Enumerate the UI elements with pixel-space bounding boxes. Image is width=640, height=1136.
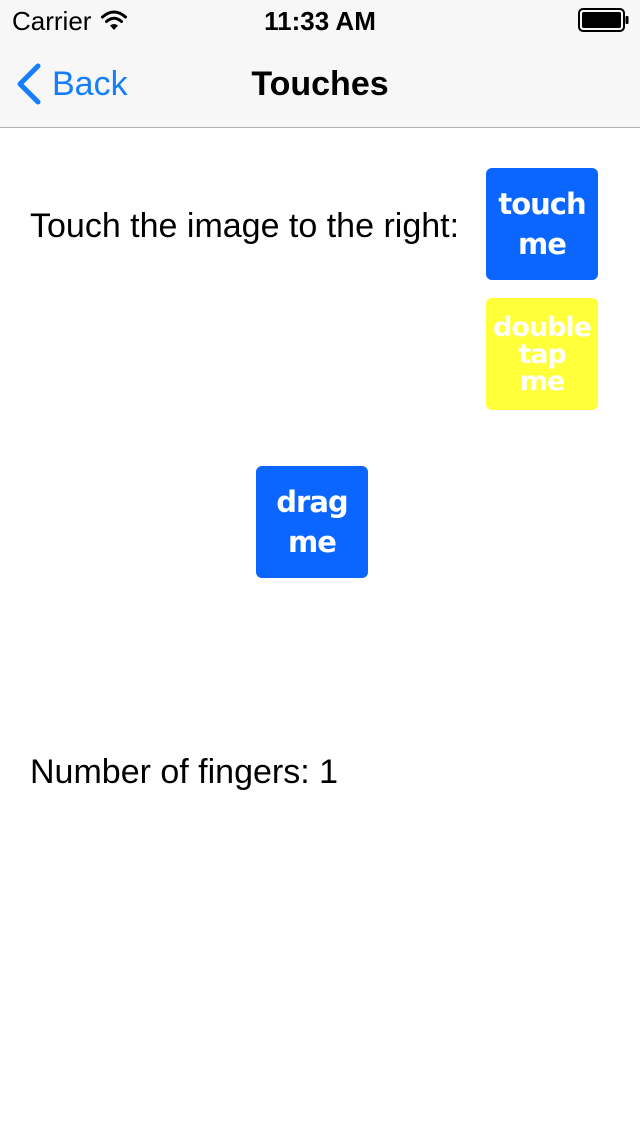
touch-me-text: touch me [498, 187, 586, 261]
drag-me-image[interactable]: drag me [256, 466, 368, 578]
page-title: Touches [251, 65, 389, 103]
navigation-bar: Carrier 11:33 AM Back Touches [0, 0, 640, 128]
battery-icon [578, 8, 629, 32]
drag-me-text: drag me [276, 485, 348, 559]
double-tap-me-image[interactable]: double tap me [486, 298, 598, 410]
double-tap-me-text: double tap me [493, 311, 592, 397]
instruction-label: Touch the image to the right: [30, 207, 460, 245]
touch-me-image[interactable]: touch me [486, 168, 598, 280]
status-time: 11:33 AM [264, 6, 376, 36]
screen: Carrier 11:33 AM Back Touches Touch the … [0, 0, 640, 1136]
fingers-count-label: Number of fingers: 1 [30, 753, 339, 791]
